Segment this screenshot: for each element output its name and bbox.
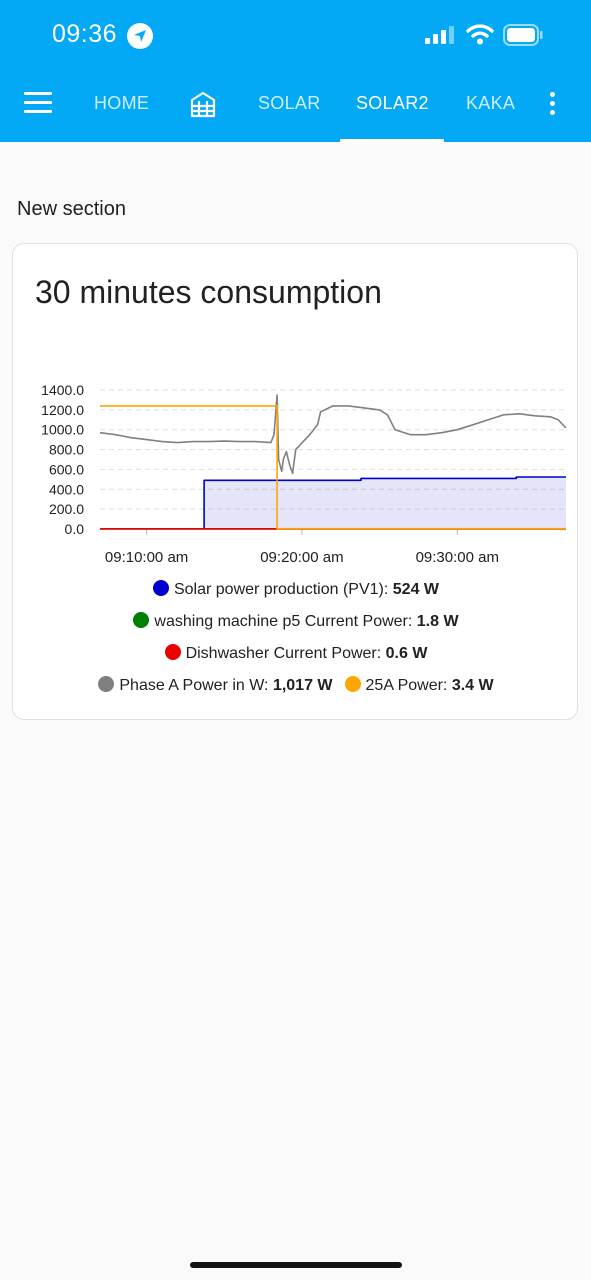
y-tick-label: 1400.0 <box>41 382 84 398</box>
legend-item-washing-machine[interactable]: washing machine p5 Current Power: 1.8 W <box>133 612 459 631</box>
legend-item-25a[interactable]: 25A Power: 3.4 W <box>344 676 494 695</box>
history-graph-card: 30 minutes consumption 1400.0 1200.0 1000.… <box>12 243 578 720</box>
legend-row-1: Solar power production (PV1): 524 W <box>13 580 579 599</box>
legend-value: 1,017 W <box>272 677 333 694</box>
legend-dot-icon <box>344 676 361 692</box>
menu-icon[interactable] <box>24 92 52 114</box>
tab-toolbar: HOME SOLAR SOLAR2 KAKA <box>0 64 591 142</box>
consumption-chart[interactable]: 1400.0 1200.0 1000.0 800.0 600.0 400.0 200.0 0.… <box>13 244 579 584</box>
legend-label: Phase A Power in W <box>119 677 265 694</box>
location-arrow-icon <box>127 23 153 49</box>
legend-label: Dishwasher Current Power <box>185 645 377 662</box>
y-tick-label: 1200.0 <box>41 402 84 418</box>
legend-row-3: Dishwasher Current Power: 0.6 W <box>13 644 579 663</box>
x-tick-label: 09:10:00 am <box>105 549 188 566</box>
legend-value: 3.4 W <box>451 677 494 694</box>
y-tick-label: 400.0 <box>49 481 84 497</box>
y-tick-label: 200.0 <box>49 501 84 517</box>
legend-dot-icon <box>152 580 169 596</box>
legend-row-2: washing machine p5 Current Power: 1.8 W <box>13 612 579 631</box>
legend-value: 524 W <box>392 581 440 598</box>
home-indicator <box>190 1262 402 1268</box>
legend-item-phase-a[interactable]: Phase A Power in W: 1,017 W <box>98 676 333 695</box>
legend-row-4: Phase A Power in W: 1,017 W 25A Power: 3.… <box>13 676 579 695</box>
tab-kaka[interactable]: KAKA <box>466 64 515 142</box>
series-area-0 <box>204 476 566 529</box>
y-tick-label: 600.0 <box>49 461 84 477</box>
legend-value: 0.6 W <box>385 645 428 662</box>
wifi-icon <box>466 24 494 45</box>
overflow-menu-icon[interactable] <box>548 92 556 118</box>
cellular-signal-icon <box>425 26 454 44</box>
tab-solar[interactable]: SOLAR <box>258 64 321 142</box>
active-tab-indicator <box>340 139 444 142</box>
section-title: New section <box>17 198 126 220</box>
tab-home[interactable]: HOME <box>94 64 149 142</box>
y-tick-label: 800.0 <box>49 442 84 458</box>
legend-dot-icon <box>133 612 150 628</box>
status-time: 09:36 <box>52 20 118 48</box>
legend-dot-icon <box>98 676 115 692</box>
building-icon[interactable] <box>190 90 216 118</box>
legend-value: 1.8 W <box>416 613 459 630</box>
legend-item-solar[interactable]: Solar power production (PV1): 524 W <box>152 580 440 599</box>
legend-label: 25A Power <box>365 677 443 694</box>
y-tick-label: 0.0 <box>65 521 85 537</box>
tab-solar2[interactable]: SOLAR2 <box>356 64 429 142</box>
legend-item-dishwasher[interactable]: Dishwasher Current Power: 0.6 W <box>164 644 428 663</box>
legend-label: Solar power production (PV1) <box>173 581 384 598</box>
y-tick-label: 1000.0 <box>41 422 84 438</box>
legend-label: washing machine p5 Current Power <box>154 613 408 630</box>
battery-icon <box>503 24 543 46</box>
series-line-3 <box>99 394 567 475</box>
app-header: 09:36 HOME SOLAR SOLAR2 KAKA <box>0 0 591 142</box>
x-tick-label: 09:30:00 am <box>416 549 499 566</box>
legend-dot-icon <box>164 644 181 660</box>
x-tick-label: 09:20:00 am <box>260 549 343 566</box>
